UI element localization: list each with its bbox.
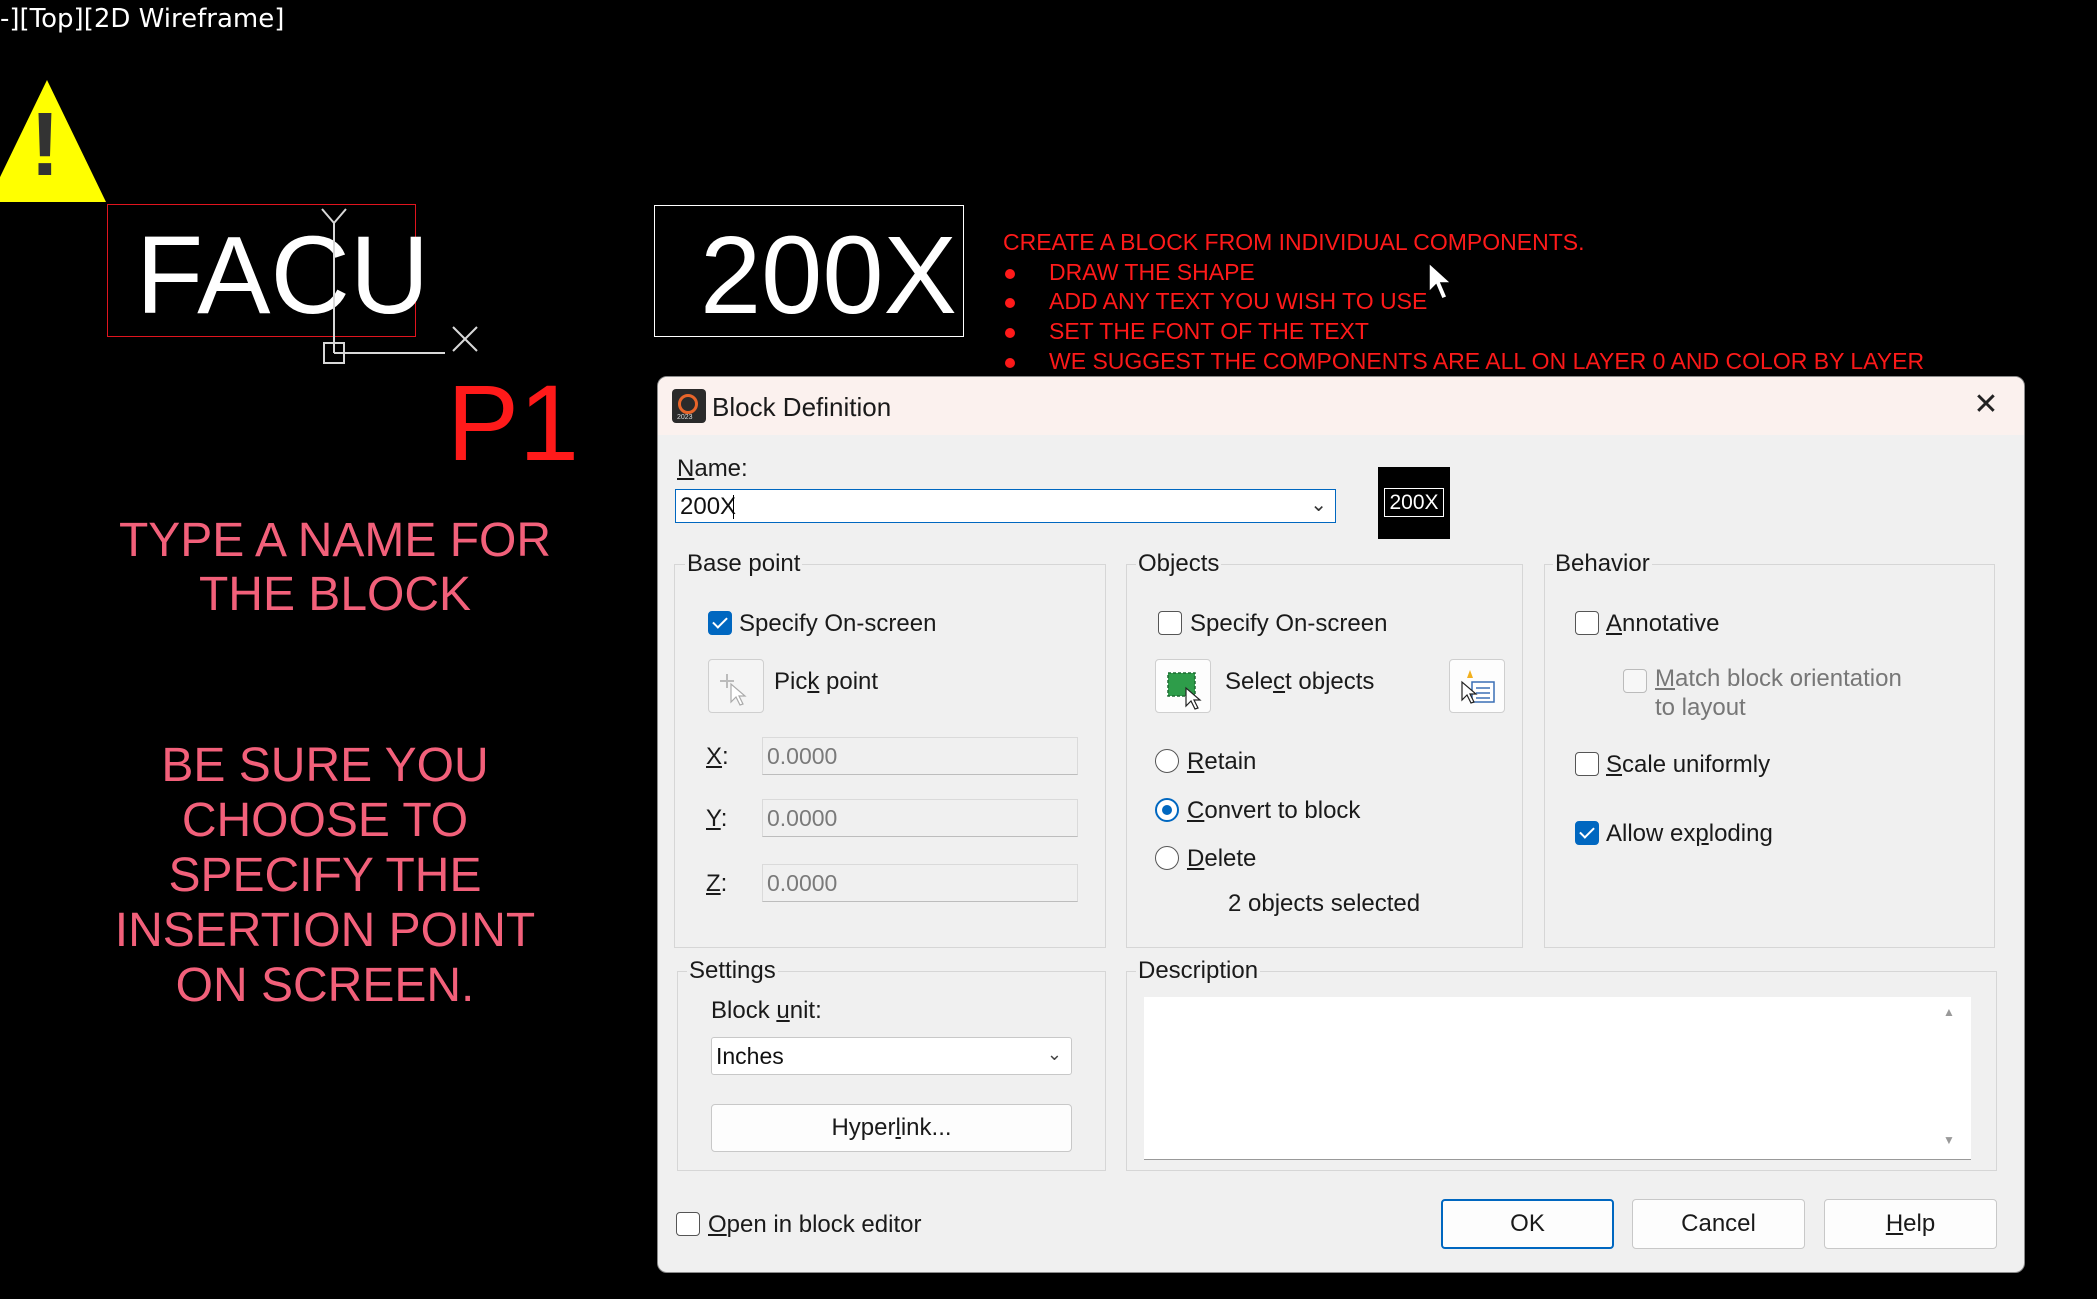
x-field: 0.0000 [762, 737, 1078, 775]
annotative-checkbox[interactable] [1575, 611, 1599, 635]
convert-to-block-radio[interactable] [1155, 798, 1179, 822]
instructions-title: CREATE A BLOCK FROM INDIVIDUAL COMPONENT… [1003, 229, 1585, 255]
select-objects-icon [1167, 672, 1202, 710]
pick-point-button[interactable] [708, 659, 764, 713]
objects-title: Objects [1136, 550, 1222, 578]
quick-select-icon [1461, 670, 1495, 704]
retain-label: Retain [1187, 748, 1257, 775]
chevron-down-icon[interactable]: ⌄ [1310, 492, 1327, 517]
description-textarea[interactable] [1144, 997, 1971, 1160]
match-orientation-label: Match block orientation [1655, 665, 1902, 692]
x-label: X: [706, 743, 729, 770]
scale-uniformly-checkbox[interactable] [1575, 752, 1599, 776]
name-label: Name: [677, 455, 748, 482]
base-point-title: Base point [685, 550, 803, 578]
cancel-button[interactable]: Cancel [1632, 1199, 1805, 1249]
ucs-icon [321, 208, 478, 364]
quick-select-button[interactable] [1449, 659, 1505, 713]
pick-point-label: Pick point [774, 668, 879, 695]
scroll-down-icon[interactable]: ▼ [1943, 1133, 1955, 1147]
instruction-item: SET THE FONT OF THE TEXT [1003, 318, 1369, 345]
objects-count: 2 objects selected [1228, 890, 1421, 917]
hyperlink-button[interactable]: Hyperlink... [711, 1104, 1072, 1152]
x200-block-text[interactable]: 200X [700, 212, 957, 339]
annotative-label: Annotative [1606, 610, 1720, 637]
hint-type-name: TYPE A NAME FOR THE BLOCK [118, 514, 552, 621]
scroll-up-icon[interactable]: ▲ [1943, 1005, 1955, 1019]
p1-label: P1 [447, 362, 580, 483]
warning-glyph: ! [30, 95, 60, 195]
allow-exploding-checkbox[interactable] [1575, 821, 1599, 845]
match-orientation-checkbox[interactable] [1623, 669, 1647, 693]
ok-button[interactable]: OK [1441, 1199, 1614, 1249]
app-icon: 2023 [672, 389, 706, 423]
instruction-item: ADD ANY TEXT YOU WISH TO USE [1003, 288, 1427, 315]
instruction-item: WE SUGGEST THE COMPONENTS ARE ALL ON LAY… [1003, 348, 1924, 375]
allow-exploding-label: Allow exploding [1606, 820, 1773, 847]
settings-title: Settings [687, 957, 778, 985]
convert-to-block-label: Convert to block [1187, 797, 1361, 824]
hint-insertion-point: BE SURE YOU CHOOSE TO SPECIFY THE INSERT… [114, 739, 536, 1012]
pick-point-icon [720, 674, 747, 706]
z-label: Z: [706, 870, 728, 897]
base-point-specify-checkbox[interactable] [708, 611, 732, 635]
select-objects-label: Select objects [1225, 668, 1375, 695]
open-in-block-editor-label: Open in block editor [708, 1211, 922, 1238]
open-in-block-editor-checkbox[interactable] [676, 1212, 700, 1236]
behavior-title: Behavior [1553, 550, 1652, 578]
objects-specify-checkbox[interactable] [1158, 611, 1182, 635]
block-preview: 200X [1378, 467, 1450, 539]
objects-specify-label: Specify On-screen [1190, 610, 1388, 637]
viewport-label[interactable]: -][Top][2D Wireframe] [0, 4, 284, 34]
chevron-down-icon: ⌄ [1046, 1044, 1062, 1064]
close-button[interactable]: ✕ [1964, 383, 2008, 427]
z-field: 0.0000 [762, 864, 1078, 902]
block-definition-dialog[interactable]: 2023 Block Definition ✕ Name: 200X ⌄ 200… [657, 376, 2025, 1273]
delete-radio[interactable] [1155, 846, 1179, 870]
delete-label: Delete [1187, 845, 1257, 872]
block-unit-label: Block unit: [711, 997, 822, 1024]
dialog-title: Block Definition [712, 392, 892, 422]
base-point-specify-label: Specify On-screen [739, 610, 937, 637]
y-field: 0.0000 [762, 799, 1078, 837]
scale-uniformly-label: Scale uniformly [1606, 751, 1771, 778]
block-unit-select[interactable]: Inches ⌄ [711, 1037, 1072, 1075]
description-title: Description [1136, 957, 1261, 985]
mouse-cursor-icon [1428, 262, 1453, 300]
match-orientation-label-line2: to layout [1655, 694, 1746, 721]
help-button[interactable]: Help [1824, 1199, 1997, 1249]
block-name-input[interactable]: 200X ⌄ [675, 489, 1336, 523]
select-objects-button[interactable] [1155, 659, 1211, 713]
y-label: Y: [706, 805, 728, 832]
instruction-item: DRAW THE SHAPE [1003, 259, 1255, 286]
retain-radio[interactable] [1155, 749, 1179, 773]
